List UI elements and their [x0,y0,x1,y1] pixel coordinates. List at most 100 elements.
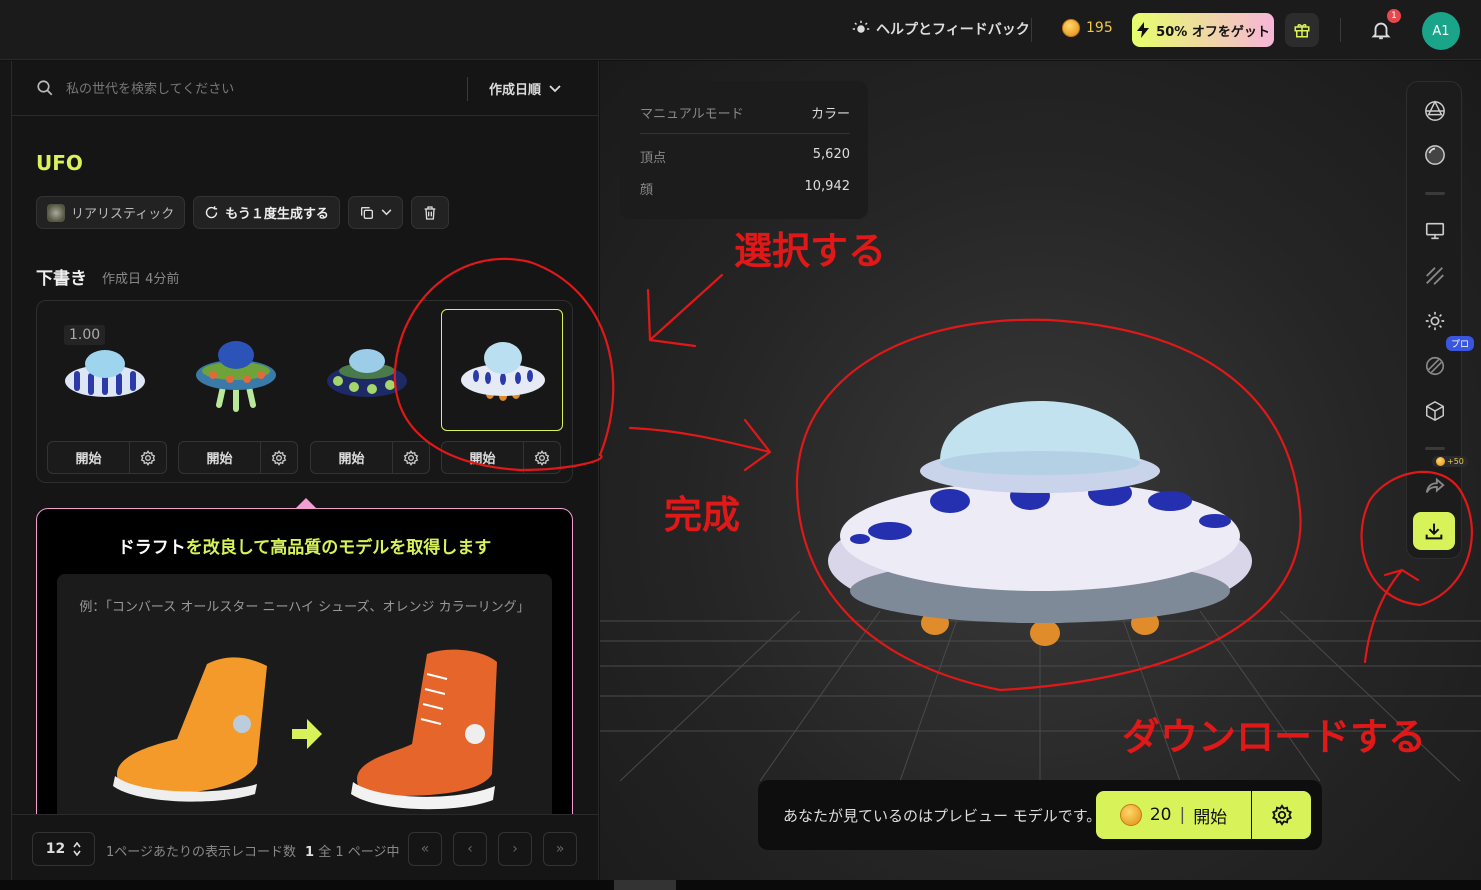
first-page-button[interactable]: « [408,832,442,866]
draft-1-start-button[interactable]: 開始 [48,442,130,473]
copy-dropdown-button[interactable] [347,196,403,229]
refresh-icon [206,206,218,219]
draft-1-settings-button[interactable] [130,442,166,473]
draft-4-actions: 開始 [441,441,561,474]
stepper-icon [73,842,81,856]
model-stats-panel: マニュアルモード カラー 頂点 5,620 顔 10,942 [620,81,868,219]
draft-thumbnail-4-selected[interactable] [441,309,563,431]
annotation-select: 選択する [734,229,887,273]
help-feedback-button[interactable]: ヘルプとフィードバック [852,19,1030,39]
refine-title-part2: を改良して [185,538,271,558]
chevron-right-icon: › [512,841,518,857]
wireframe-button[interactable] [1422,98,1448,124]
draft-1-actions: 開始 [47,441,167,474]
gear-icon [403,449,419,466]
regenerate-label: もう１度生成する [225,207,329,222]
draft-2-start-button[interactable]: 開始 [179,442,261,473]
refine-pointer [296,498,316,508]
search-input[interactable] [66,78,456,100]
divider [640,133,850,134]
refine-start-button[interactable]: 20 | 開始 [1096,791,1251,839]
draft-thumbnail-1[interactable]: 1.00 [44,309,166,431]
share-arrow-icon [1425,477,1445,493]
viewer-toolbar [1406,81,1462,559]
coin-icon [1436,457,1445,466]
regenerate-button[interactable]: もう１度生成する [193,196,340,229]
item-actions: リアリスティック もう１度生成する [36,196,449,229]
draft-score: 1.00 [64,325,106,345]
notification-badge: 1 [1387,9,1401,23]
stat-faces: 顔 10,942 [640,179,850,198]
delete-button[interactable] [410,196,449,229]
style-thumbnail-icon [47,203,65,222]
divider [467,77,468,101]
ufo-model-image [196,341,276,412]
sort-dropdown[interactable]: 作成日順 [489,79,561,98]
stat-vertices: 頂点 5,620 [640,147,850,166]
item-title: UFO [36,151,83,175]
refine-title-part1: ドラフト [117,538,186,558]
coin-icon [1062,19,1080,37]
monitor-icon [1425,222,1445,240]
refine-settings-button[interactable] [1252,791,1311,839]
draft-thumbnail-3[interactable] [306,309,428,431]
mode-value: カラー [810,107,850,122]
download-button[interactable] [1413,512,1455,550]
taskbar-strip [0,880,1481,890]
annotation-complete: 完成 [664,493,741,537]
gear-icon [140,449,156,466]
example-prompt: 例：「コンバース オールスター ニーハイ シューズ、オレンジ カラーリング」 [79,600,530,615]
lightning-icon [1137,22,1150,38]
gear-icon [534,449,550,466]
texture-button[interactable] [1422,263,1448,289]
next-page-button[interactable]: › [498,832,532,866]
discount-promo-button[interactable]: 50% オフをゲット [1132,13,1274,47]
sphere-icon [1425,145,1445,165]
wireframe-sphere-icon [1425,100,1445,121]
draft-2-settings-button[interactable] [261,442,297,473]
shaded-button[interactable] [1422,142,1448,168]
coin-icon [1119,804,1142,826]
page-total: 全 1 ページ中 [318,845,400,860]
refine-title: ドラフトを改良して高品質のモデルを取得します [37,533,572,558]
avatar[interactable]: A1 [1422,12,1460,50]
draft-3-start-button[interactable]: 開始 [311,442,393,473]
page-size-stepper[interactable]: 12 [32,832,95,866]
trash-icon [424,205,436,220]
display-button[interactable] [1422,218,1448,244]
last-page-button[interactable]: » [543,832,577,866]
shoe-comparison-image [113,649,497,810]
credit-balance[interactable]: 195 [1062,19,1113,37]
mode-label: マニュアルモード [640,107,744,122]
stat-mode: マニュアルモード カラー [640,103,850,122]
prev-page-button[interactable]: ‹ [453,832,487,866]
top-bar: ヘルプとフィードバック 195 50% オフをゲット 1 A1 [0,0,1481,60]
topology-button[interactable] [1422,398,1448,424]
credit-count: 195 [1086,20,1113,36]
separator-glyph: | [1179,805,1186,825]
draft-4-settings-button[interactable] [524,442,560,473]
material-icon [1425,356,1445,376]
ufo-3d-model [828,401,1252,646]
share-button[interactable] [1422,473,1448,499]
draft-3-actions: 開始 [310,441,430,474]
chevron-down-icon [549,84,561,92]
draft-3-settings-button[interactable] [393,442,429,473]
share-cost: +50 [1447,457,1464,466]
copy-icon [360,206,373,219]
style-chip[interactable]: リアリスティック [36,196,186,229]
gift-button[interactable] [1285,13,1319,47]
material-button[interactable] [1422,353,1448,379]
draft-4-start-button[interactable]: 開始 [442,442,524,473]
gear-icon [271,449,287,466]
left-rail [0,61,12,890]
draft-thumbnail-2[interactable] [175,309,297,431]
draft-list: 1.00 開始 開始 開始 開始 [36,300,573,483]
lighting-button[interactable] [1422,308,1448,334]
gift-icon [1294,24,1310,38]
vertices-label: 頂点 [640,151,667,166]
share-credit-badge: +50 [1432,456,1468,467]
ufo-model-image [327,349,407,397]
bell-icon [1371,22,1391,40]
draft-2-actions: 開始 [178,441,298,474]
